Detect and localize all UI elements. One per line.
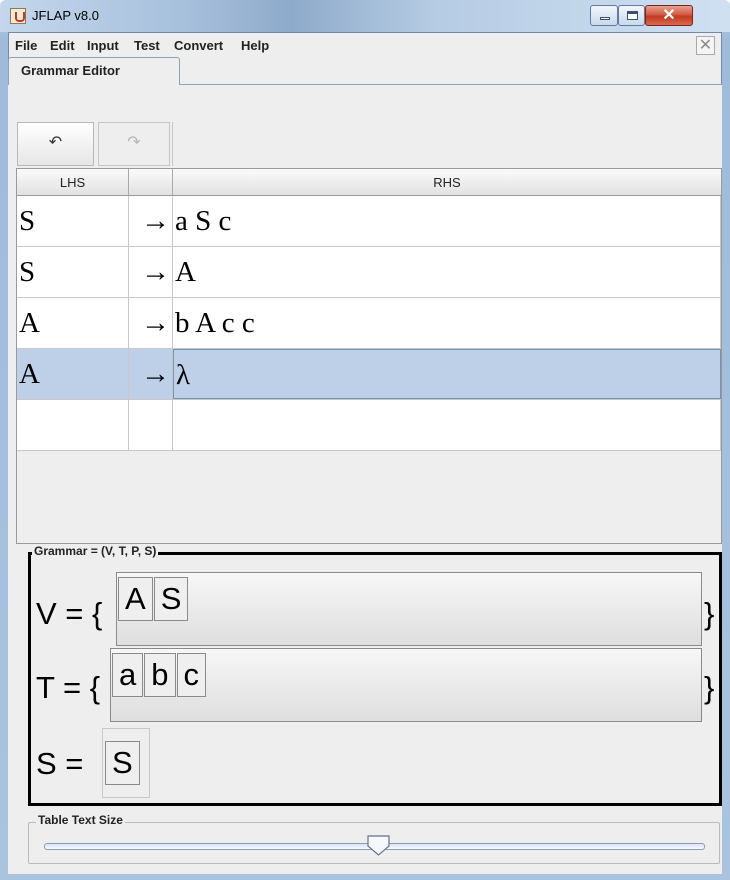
cell-lhs[interactable]: S [17, 196, 129, 246]
undo-icon: ↶ [48, 134, 63, 151]
cell-rhs[interactable]: a S c [173, 196, 721, 246]
minimize-icon [600, 17, 610, 20]
close-button[interactable]: ✕ [645, 5, 693, 26]
java-app-icon [10, 8, 26, 24]
table-row[interactable]: S → a S c [17, 196, 721, 247]
terminals-field[interactable]: a b c [110, 648, 702, 722]
menu-help[interactable]: Help [241, 38, 269, 53]
maximize-icon [627, 11, 638, 20]
cell-lhs[interactable] [17, 400, 129, 450]
variables-close-brace: } [704, 596, 715, 631]
menu-input[interactable]: Input [87, 38, 119, 53]
variables-field[interactable]: A S [116, 572, 702, 646]
terminals-label: T = { [36, 670, 101, 705]
cell-arrow: → [129, 349, 173, 399]
cell-lhs[interactable]: A [17, 349, 129, 399]
cell-arrow [129, 400, 173, 450]
minimize-button[interactable] [590, 5, 618, 26]
table-row-empty[interactable] [17, 400, 721, 451]
cell-rhs[interactable]: A [173, 247, 721, 297]
cell-rhs[interactable]: b A c c [173, 298, 721, 348]
table-row-selected[interactable]: A → λ [17, 349, 721, 400]
menu-edit[interactable]: Edit [50, 38, 75, 53]
start-field[interactable]: S [102, 728, 150, 798]
redo-button[interactable]: ↷ [98, 122, 170, 166]
title-bar[interactable]: JFLAP v8.0 ✕ [0, 0, 730, 32]
start-label: S = [36, 746, 84, 781]
productions-table[interactable]: LHS RHS S → a S c S → A A → b A c c A → … [16, 168, 722, 544]
table-row[interactable]: S → A [17, 247, 721, 298]
menu-file[interactable]: File [15, 38, 37, 53]
close-tab-icon[interactable]: ✕ [696, 36, 715, 55]
variable-symbol[interactable]: S [153, 577, 189, 621]
cell-arrow: → [129, 196, 173, 246]
slider-thumb[interactable] [366, 835, 391, 857]
close-icon: ✕ [662, 7, 676, 24]
cell-lhs[interactable]: S [17, 247, 129, 297]
menu-convert[interactable]: Convert [174, 38, 223, 53]
variables-label: V = { [36, 596, 103, 631]
terminal-symbol[interactable]: c [176, 653, 206, 697]
undo-button[interactable]: ↶ [17, 122, 94, 166]
cell-lhs[interactable]: A [17, 298, 129, 348]
maximize-button[interactable] [618, 5, 645, 26]
terminal-symbol[interactable]: a [112, 653, 144, 697]
terminal-symbol[interactable]: b [144, 653, 176, 697]
start-symbol[interactable]: S [105, 741, 140, 785]
redo-icon: ↷ [127, 134, 141, 151]
toolbar-separator [172, 122, 173, 166]
cell-rhs[interactable]: λ [173, 349, 721, 399]
menu-test[interactable]: Test [134, 38, 160, 53]
cell-arrow: → [129, 247, 173, 297]
slider-title: Table Text Size [36, 813, 125, 827]
table-row[interactable]: A → b A c c [17, 298, 721, 349]
cell-rhs[interactable] [173, 400, 721, 450]
cell-arrow: → [129, 298, 173, 348]
variable-symbol[interactable]: A [118, 577, 153, 621]
tab-label: Grammar Editor [21, 63, 120, 78]
header-arrow[interactable] [129, 169, 173, 196]
menu-bar: File Edit Input Test Convert Help ✕ [9, 33, 721, 59]
terminals-close-brace: } [704, 670, 715, 705]
header-rhs[interactable]: RHS [173, 169, 721, 196]
window-title: JFLAP v8.0 [32, 8, 99, 23]
tab-grammar-editor[interactable]: Grammar Editor [8, 57, 180, 85]
grammar-title: Grammar = (V, T, P, S) [32, 544, 159, 558]
header-lhs[interactable]: LHS [17, 169, 129, 196]
